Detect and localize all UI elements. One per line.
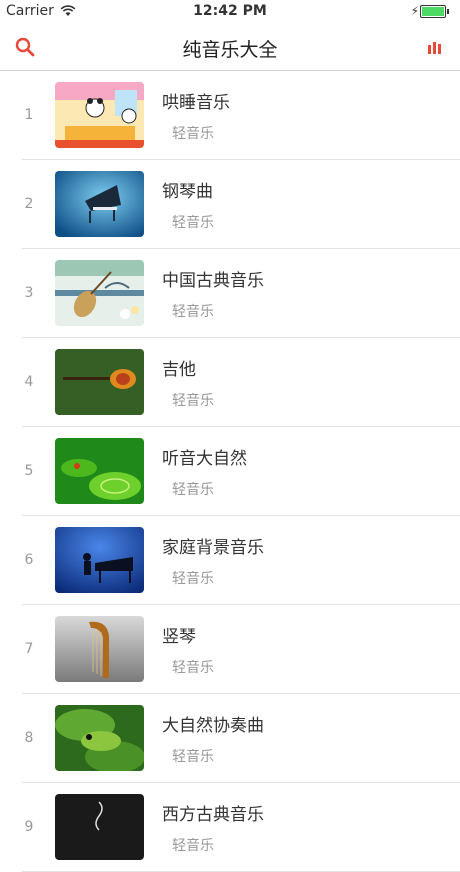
cover-image <box>55 171 144 237</box>
item-title: 家庭背景音乐 <box>162 538 264 558</box>
item-title: 中国古典音乐 <box>162 271 264 291</box>
nav-bar: 纯音乐大全 <box>0 22 460 71</box>
list-item[interactable]: 5 听音大自然 轻音乐 <box>22 427 460 516</box>
item-title: 哄睡音乐 <box>162 93 230 113</box>
cover-image <box>55 616 144 682</box>
item-title: 钢琴曲 <box>162 182 213 202</box>
item-index: 3 <box>24 285 34 301</box>
cover-image <box>55 349 144 415</box>
item-index: 4 <box>24 374 34 390</box>
list-item[interactable]: 4 吉他 轻音乐 <box>22 338 460 427</box>
now-playing-icon[interactable] <box>428 40 442 54</box>
list-item[interactable]: 3 中国古典音乐 轻音乐 <box>22 249 460 338</box>
cover-image <box>55 260 144 326</box>
item-title: 大自然协奏曲 <box>162 716 264 736</box>
cover-image <box>55 82 144 148</box>
battery-icon <box>420 5 449 18</box>
item-subtitle: 轻音乐 <box>172 838 214 854</box>
item-index: 7 <box>24 641 34 657</box>
item-title: 竖琴 <box>162 627 196 647</box>
item-title: 吉他 <box>162 360 196 380</box>
cover-image <box>55 705 144 771</box>
item-subtitle: 轻音乐 <box>172 660 214 676</box>
item-index: 6 <box>24 552 34 568</box>
status-time: 12:42 PM <box>193 3 267 19</box>
status-bar: Carrier 12:42 PM ⚡ <box>0 0 460 22</box>
item-index: 5 <box>24 463 34 479</box>
list-item[interactable]: 8 大自然协奏曲 轻音乐 <box>22 694 460 783</box>
item-subtitle: 轻音乐 <box>172 571 214 587</box>
item-subtitle: 轻音乐 <box>172 215 214 231</box>
list-item[interactable]: 2 钢琴曲 轻音乐 <box>22 160 460 249</box>
item-title: 听音大自然 <box>162 449 247 469</box>
item-subtitle: 轻音乐 <box>172 126 214 142</box>
item-subtitle: 轻音乐 <box>172 749 214 765</box>
item-index: 8 <box>24 730 34 746</box>
item-index: 2 <box>24 196 34 212</box>
playlist-list: 1 哄睡音乐 轻音乐 2 钢琴曲 轻音乐 3 中国古典音乐 轻音乐 4 吉他 轻… <box>0 71 460 872</box>
item-subtitle: 轻音乐 <box>172 393 214 409</box>
cover-image <box>55 527 144 593</box>
item-subtitle: 轻音乐 <box>172 482 214 498</box>
list-item[interactable]: 9 西方古典音乐 轻音乐 <box>22 783 460 872</box>
item-subtitle: 轻音乐 <box>172 304 214 320</box>
list-item[interactable]: 7 竖琴 轻音乐 <box>22 605 460 694</box>
item-title: 西方古典音乐 <box>162 805 264 825</box>
list-item[interactable]: 1 哄睡音乐 轻音乐 <box>22 71 460 160</box>
list-item[interactable]: 6 家庭背景音乐 轻音乐 <box>22 516 460 605</box>
cover-image <box>55 438 144 504</box>
cover-image <box>55 794 144 860</box>
item-index: 9 <box>24 819 34 835</box>
item-index: 1 <box>24 107 34 123</box>
charging-icon: ⚡ <box>410 4 419 18</box>
page-title: 纯音乐大全 <box>182 39 278 61</box>
